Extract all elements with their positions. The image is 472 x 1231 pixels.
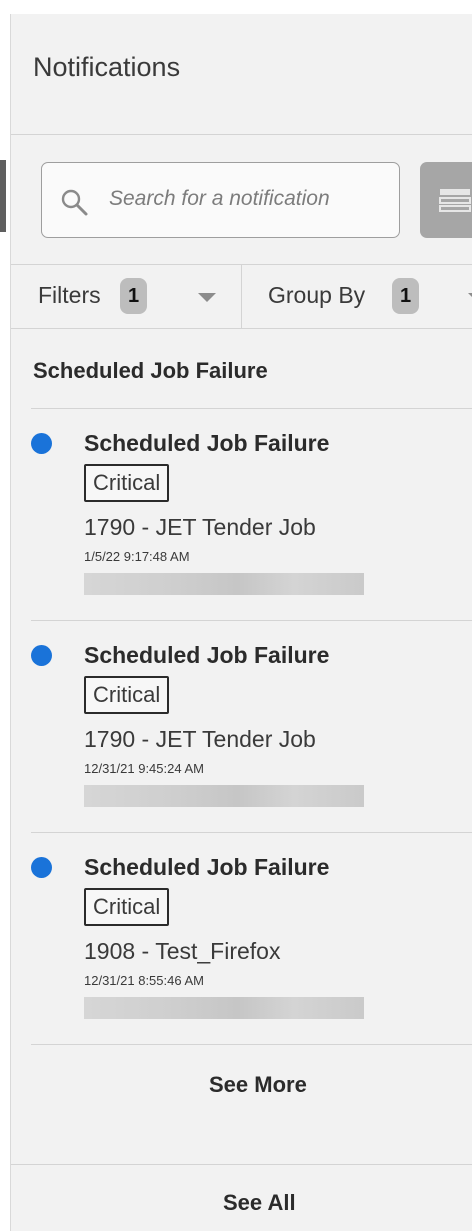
redacted-text — [84, 785, 364, 807]
severity-badge: Critical — [84, 464, 170, 502]
redacted-text — [84, 997, 364, 1019]
list-view-icon — [439, 189, 471, 212]
search-icon — [61, 189, 88, 216]
notification-description: 1790 - JET Tender Job — [84, 514, 316, 540]
group-by-chevron-down-icon — [468, 293, 472, 302]
search-input[interactable]: Search for a notification — [41, 162, 400, 238]
filters-dropdown[interactable]: Filters 1 — [11, 264, 241, 328]
notification-title: Scheduled Job Failure — [84, 854, 330, 880]
filters-chevron-down-icon — [198, 293, 216, 302]
list-view-button[interactable] — [420, 162, 472, 238]
group-by-dropdown[interactable]: Group By 1 — [242, 264, 472, 328]
notification-title: Scheduled Job Failure — [84, 430, 330, 456]
notification-timestamp: 12/31/21 9:45:24 AM — [84, 761, 204, 776]
unread-dot-icon — [31, 433, 52, 454]
see-more-button[interactable]: See More — [209, 1072, 307, 1098]
group-by-count-badge: 1 — [392, 278, 419, 314]
group-by-label: Group By — [268, 282, 366, 308]
severity-badge: Critical — [84, 888, 170, 926]
footer-divider — [11, 1164, 472, 1165]
notification-timestamp: 1/5/22 9:17:48 AM — [84, 549, 190, 564]
header-divider — [11, 134, 472, 135]
unread-dot-icon — [31, 857, 52, 878]
filter-bottom-divider — [11, 328, 472, 329]
severity-badge: Critical — [84, 676, 170, 714]
notification-description: 1908 - Test_Firefox — [84, 938, 281, 964]
notification-item[interactable]: Scheduled Job Failure Critical 1908 - Te… — [11, 832, 472, 1044]
notification-description: 1790 - JET Tender Job — [84, 726, 316, 752]
search-placeholder: Search for a notification — [109, 187, 330, 210]
filters-count-badge: 1 — [120, 278, 147, 314]
group-header: Scheduled Job Failure — [33, 358, 268, 383]
item-divider — [31, 1044, 472, 1045]
notification-timestamp: 12/31/21 8:55:46 AM — [84, 973, 204, 988]
unread-dot-icon — [31, 645, 52, 666]
notification-item[interactable]: Scheduled Job Failure Critical 1790 - JE… — [11, 408, 472, 620]
redacted-text — [84, 573, 364, 595]
filter-bar: Filters 1 Group By 1 — [11, 264, 472, 328]
notification-item[interactable]: Scheduled Job Failure Critical 1790 - JE… — [11, 620, 472, 832]
see-all-button[interactable]: See All — [223, 1190, 296, 1216]
filters-label: Filters — [38, 282, 101, 308]
resize-handle[interactable] — [0, 160, 6, 232]
notifications-panel: Notifications Search for a notification … — [10, 14, 472, 1231]
panel-title: Notifications — [33, 52, 181, 82]
notification-title: Scheduled Job Failure — [84, 642, 330, 668]
